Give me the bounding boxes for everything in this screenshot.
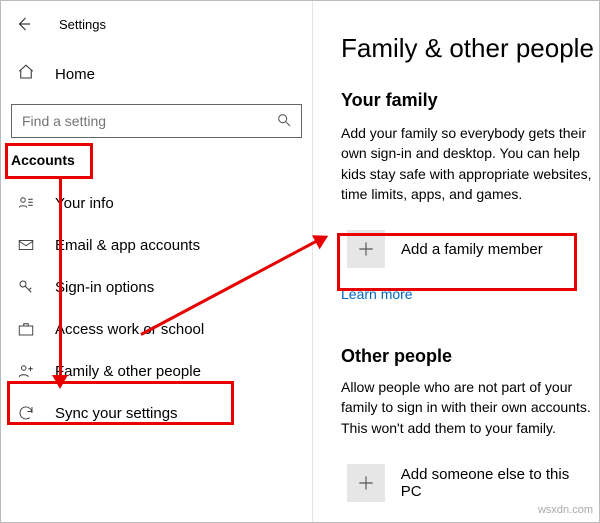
people-plus-icon: [17, 362, 35, 380]
home-icon: [17, 63, 35, 86]
sidebar-item-your-info[interactable]: Your info: [1, 182, 312, 224]
search-input[interactable]: [11, 104, 302, 138]
watermark: wsxdn.com: [538, 504, 593, 516]
sidebar-item-email[interactable]: Email & app accounts: [1, 224, 312, 266]
sidebar-item-label: Access work or school: [55, 321, 204, 338]
key-icon: [17, 278, 35, 296]
other-people-heading: Other people: [341, 346, 599, 367]
other-people-description: Allow people who are not part of your fa…: [341, 377, 599, 438]
plus-icon: [347, 230, 385, 268]
search-field-wrapper: [11, 104, 302, 138]
sidebar-item-label: Family & other people: [55, 363, 201, 380]
page-title: Family & other people: [341, 33, 599, 64]
person-card-icon: [17, 194, 35, 212]
home-nav[interactable]: Home: [1, 53, 312, 96]
learn-more-link[interactable]: Learn more: [341, 286, 413, 302]
add-other-label: Add someone else to this PC: [401, 466, 593, 500]
sidebar-item-label: Sign-in options: [55, 279, 154, 296]
sidebar-item-family[interactable]: Family & other people: [1, 350, 312, 392]
sidebar-item-work-school[interactable]: Access work or school: [1, 308, 312, 350]
window-title: Settings: [59, 17, 106, 32]
sidebar-item-label: Sync your settings: [55, 405, 178, 422]
plus-icon: [347, 464, 385, 502]
sidebar-item-label: Email & app accounts: [55, 237, 200, 254]
sync-icon: [17, 404, 35, 422]
back-button[interactable]: [15, 15, 33, 33]
search-icon: [276, 112, 292, 133]
sidebar-item-sync[interactable]: Sync your settings: [1, 392, 312, 434]
mail-icon: [17, 236, 35, 254]
home-label: Home: [55, 66, 95, 83]
add-family-label: Add a family member: [401, 241, 543, 258]
add-family-member-button[interactable]: Add a family member: [341, 224, 599, 274]
content-pane: Family & other people Your family Add yo…: [313, 1, 599, 522]
sidebar-item-signin[interactable]: Sign-in options: [1, 266, 312, 308]
family-heading: Your family: [341, 90, 599, 111]
family-description: Add your family so everybody gets their …: [341, 123, 599, 204]
category-header: Accounts: [1, 138, 85, 176]
sidebar-item-label: Your info: [55, 195, 114, 212]
add-other-person-button[interactable]: Add someone else to this PC: [341, 458, 599, 508]
briefcase-icon: [17, 320, 35, 338]
left-pane: Settings Home Accounts Your info: [1, 1, 313, 522]
